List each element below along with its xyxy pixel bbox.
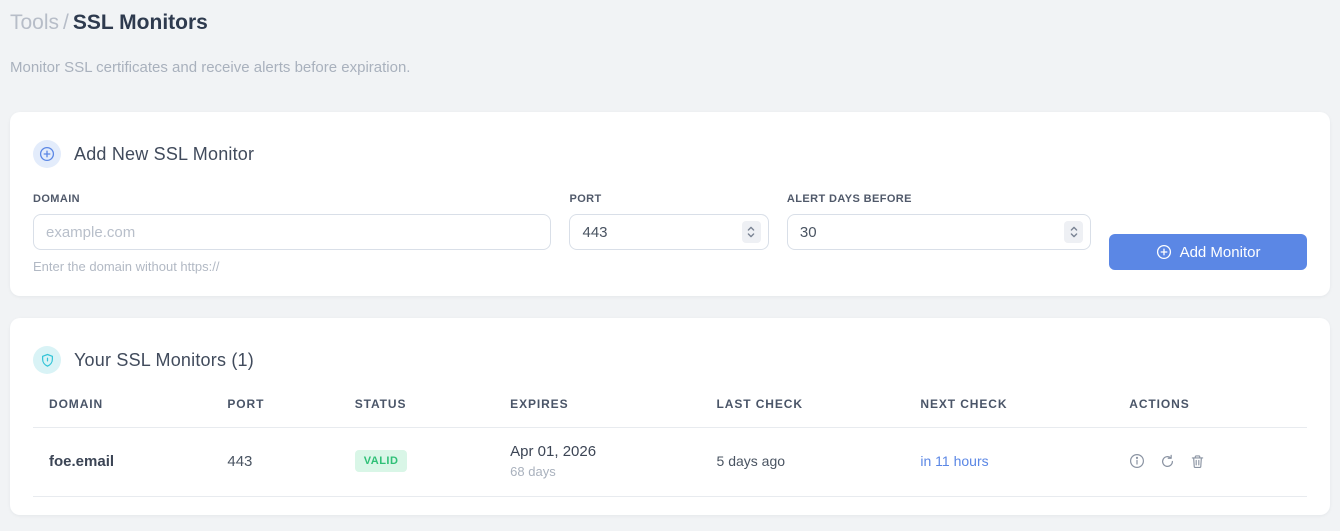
monitor-next-check: in 11 hours bbox=[904, 427, 1114, 497]
alert-days-input[interactable] bbox=[786, 214, 1092, 250]
column-header-status: STATUS bbox=[338, 397, 495, 428]
delete-button[interactable] bbox=[1190, 454, 1205, 469]
domain-label: DOMAIN bbox=[33, 193, 81, 205]
ssl-monitors-title: Your SSL Monitors (1) bbox=[74, 349, 254, 370]
monitor-status-cell: VALID bbox=[338, 427, 495, 497]
add-monitor-button-label: Add Monitor bbox=[1179, 243, 1261, 261]
expires-days-remaining: 68 days bbox=[510, 464, 556, 479]
breadcrumb-separator: / bbox=[63, 11, 69, 34]
column-header-domain: DOMAIN bbox=[33, 397, 212, 428]
port-field-group: PORT bbox=[569, 193, 769, 250]
add-monitor-form: DOMAIN Enter the domain without https://… bbox=[33, 193, 1308, 274]
alert-days-stepper[interactable] bbox=[1064, 221, 1084, 243]
monitor-actions-cell bbox=[1113, 427, 1307, 497]
table-header-row: DOMAIN PORT STATUS EXPIRES LAST CHECK NE… bbox=[33, 397, 1307, 428]
domain-field-group: DOMAIN Enter the domain without https:// bbox=[33, 193, 552, 274]
ssl-monitors-card-header: Your SSL Monitors (1) bbox=[33, 346, 1307, 374]
column-header-last-check: LAST CHECK bbox=[700, 397, 905, 428]
monitors-table: DOMAIN PORT STATUS EXPIRES LAST CHECK NE… bbox=[33, 397, 1307, 497]
refresh-icon bbox=[1162, 454, 1174, 467]
port-label: PORT bbox=[569, 193, 602, 205]
alert-days-label: ALERT DAYS BEFORE bbox=[786, 193, 912, 205]
info-icon bbox=[1130, 453, 1145, 469]
monitor-expires-cell: Apr 01, 2026 68 days bbox=[494, 427, 701, 497]
alert-days-field-group: ALERT DAYS BEFORE bbox=[786, 193, 1092, 250]
domain-helper: Enter the domain without https:// bbox=[33, 259, 220, 274]
table-row: foe.email 443 VALID Apr 01, 2026 68 days… bbox=[33, 427, 1307, 497]
chevron-up-down-icon bbox=[1070, 226, 1077, 238]
port-input[interactable] bbox=[569, 214, 769, 250]
page-title: SSL Monitors bbox=[72, 11, 208, 34]
monitor-domain: foe.email bbox=[33, 427, 212, 497]
column-header-port: PORT bbox=[211, 397, 339, 428]
column-header-expires: EXPIRES bbox=[494, 397, 701, 428]
port-stepper[interactable] bbox=[741, 221, 761, 243]
add-monitor-card-header: Add New SSL Monitor bbox=[33, 140, 1307, 168]
breadcrumb: Tools / SSL Monitors bbox=[10, 8, 1330, 38]
info-button[interactable] bbox=[1129, 453, 1145, 469]
column-header-actions: ACTIONS bbox=[1113, 397, 1307, 428]
page-subtitle: Monitor SSL certificates and receive ale… bbox=[10, 59, 411, 76]
domain-input[interactable] bbox=[33, 214, 552, 250]
shield-icon bbox=[33, 346, 61, 374]
add-monitor-button[interactable]: Add Monitor bbox=[1109, 234, 1308, 270]
status-badge: VALID bbox=[354, 450, 408, 472]
plus-circle-icon bbox=[33, 140, 61, 168]
breadcrumb-section[interactable]: Tools bbox=[10, 11, 59, 34]
expires-date: Apr 01, 2026 bbox=[510, 443, 597, 460]
monitor-port: 443 bbox=[211, 427, 339, 497]
chevron-up-down-icon bbox=[748, 226, 755, 238]
ssl-monitors-card: Your SSL Monitors (1) DOMAIN PORT STATUS… bbox=[10, 318, 1330, 515]
trash-icon bbox=[1192, 454, 1204, 468]
refresh-button[interactable] bbox=[1160, 454, 1175, 469]
monitor-last-check: 5 days ago bbox=[700, 427, 905, 497]
add-monitor-card: Add New SSL Monitor DOMAIN Enter the dom… bbox=[10, 112, 1330, 296]
plus-circle-icon bbox=[1156, 244, 1171, 260]
column-header-next-check: NEXT CHECK bbox=[904, 397, 1114, 428]
add-monitor-title: Add New SSL Monitor bbox=[74, 143, 255, 164]
